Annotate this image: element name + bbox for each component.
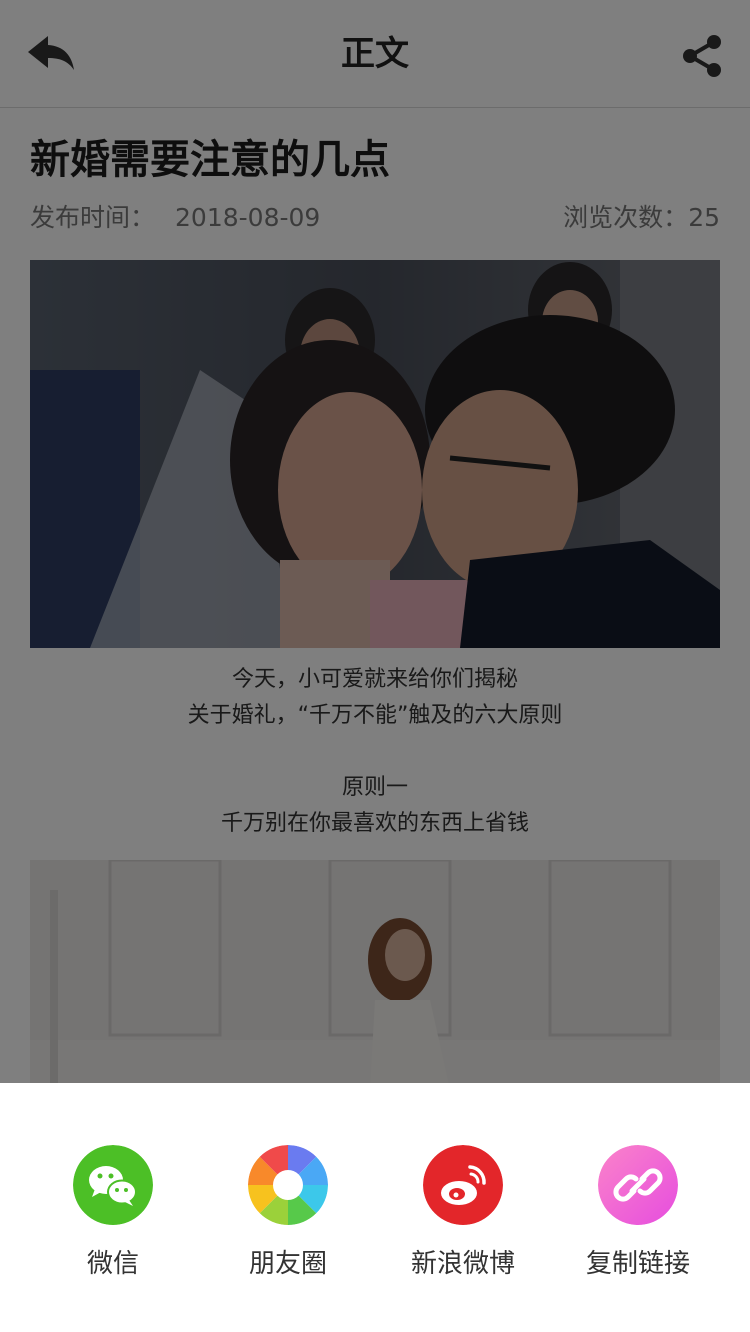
share-wechat-button[interactable]: 微信	[38, 1145, 188, 1295]
share-moments-button[interactable]: 朋友圈	[213, 1145, 363, 1295]
modal-overlay[interactable]	[0, 0, 750, 1083]
share-wechat-label: 微信	[86, 1249, 139, 1279]
share-copy-link-label: 复制链接	[585, 1249, 690, 1279]
wechat-icon	[73, 1145, 153, 1225]
share-copy-link-button[interactable]: 复制链接	[563, 1145, 713, 1295]
moments-icon	[248, 1145, 328, 1225]
share-weibo-button[interactable]: 新浪微博	[388, 1145, 538, 1295]
share-moments-label: 朋友圈	[248, 1249, 327, 1279]
share-weibo-label: 新浪微博	[410, 1249, 515, 1279]
share-sheet: 微信 朋友圈 新浪微博 复制链接	[0, 1083, 750, 1332]
article-page: 正文 新婚需要注意的几点 发布时间：2018-08-09 浏览次数：25	[0, 0, 750, 1332]
weibo-icon	[423, 1145, 503, 1225]
link-icon	[598, 1145, 678, 1225]
